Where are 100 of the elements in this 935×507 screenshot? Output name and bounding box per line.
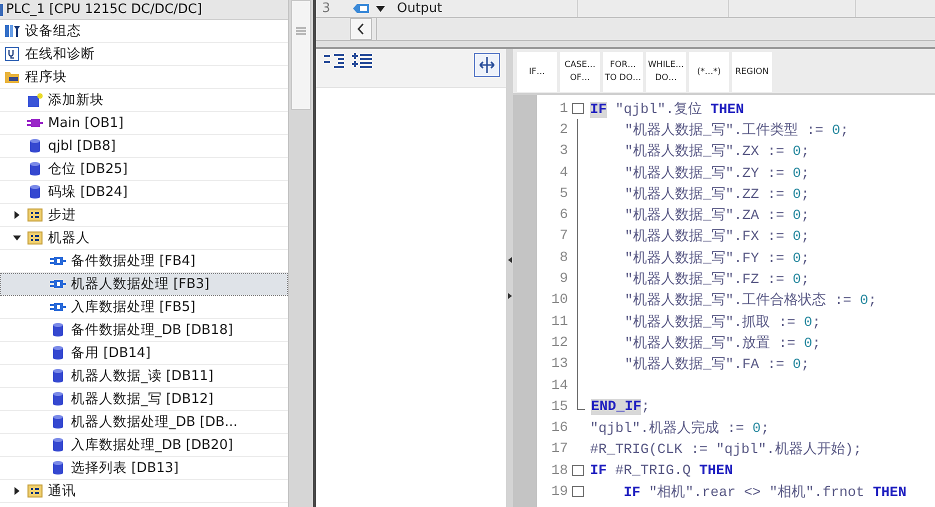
fold-toggle-icon[interactable] [572,103,584,114]
snippet-button[interactable]: CASE… OF… [560,52,600,92]
code-line[interactable]: "机器人数据_写".FZ := 0; [591,270,810,288]
line-number: 15 [550,398,568,415]
row-number: 3 [321,1,332,16]
line-number: 6 [558,207,568,224]
plc-title: PLC_1 [CPU 1215C DC/DC/DC] [6,2,202,17]
tree-item[interactable]: 在线和诊断 [0,43,288,66]
fold-toggle-icon[interactable] [572,486,584,498]
tree-item[interactable]: qjbl [DB8] [0,135,288,158]
tree-item[interactable]: 备件数据处理_DB [DB18] [0,319,288,342]
line-number: 2 [558,122,568,138]
database-icon [50,460,66,476]
line-number: 13 [550,356,568,372]
line-number: 8 [558,250,568,266]
tree-item[interactable]: 机器人数据处理 [FB3] [0,273,288,296]
database-icon [50,322,66,338]
scrollbar[interactable] [288,0,313,507]
swap-button[interactable] [474,53,500,77]
outdent-icon[interactable] [324,53,346,69]
code-line[interactable]: IF "qjbl".复位 THEN [590,100,744,118]
tree-item[interactable]: 机器人 [0,227,288,250]
tree-item[interactable]: 添加新块 [0,89,288,112]
snippet-button[interactable]: WHILE… DO… [646,52,686,92]
fold-toggle-icon[interactable] [572,465,584,476]
line-number: 14 [550,378,568,394]
folder-icon [27,230,43,246]
code-line[interactable]: "机器人数据_写".FA := 0; [591,355,810,374]
tree-item[interactable]: 码垛 [DB24] [0,181,288,204]
database-icon [50,345,66,361]
code-line[interactable]: "qjbl".机器人完成 := 0; [590,419,770,438]
tree-item[interactable]: 机器人数据_写 [DB12] [0,388,288,411]
tree-item[interactable]: 步进 [0,204,288,227]
line-number: 9 [558,271,568,288]
line-number: 17 [550,441,568,458]
code-line[interactable]: "机器人数据_写".工件类型 := 0; [591,120,849,139]
tree-item[interactable]: 备用 [DB14] [0,342,288,365]
code-line[interactable]: IF "相机".rear <> "相机".frnot THEN [590,482,906,501]
tree-item[interactable]: Main [OB1] [0,112,288,135]
output-label: Output [397,1,444,16]
snippet-button[interactable]: IF… [517,52,557,92]
snippet-button[interactable]: (*…*) [689,52,729,92]
collapse-arrow-icon[interactable] [13,234,21,242]
code-line[interactable]: "机器人数据_写".FY := 0; [591,248,810,267]
tree-item[interactable]: 机器人数据处理_DB [DB... [0,411,288,434]
database-icon [50,414,66,430]
snippet-button[interactable]: REGION [732,52,772,92]
code-line[interactable]: "机器人数据_写".放置 := 0; [591,334,821,352]
tree-item[interactable]: 入库数据处理_DB [DB20] [0,434,288,457]
plc-icon [0,4,3,16]
line-number: 12 [550,334,568,351]
database-icon [50,391,66,407]
line-number: 4 [558,164,568,181]
tree-item[interactable]: 选择列表 [DB13] [0,457,288,480]
scroll-thumb[interactable] [291,0,311,110]
line-number: 7 [558,228,568,244]
stethoscope-icon [4,46,20,62]
tree-item[interactable]: 仓位 [DB25] [0,158,288,181]
chevron-left-icon [357,23,365,35]
device-icon [4,23,20,39]
folder-icon [27,483,43,499]
line-number: 19 [550,484,568,500]
indent-icon[interactable] [352,53,372,69]
database-icon [50,368,66,384]
code-line[interactable]: "机器人数据_写".ZZ := 0; [591,184,810,203]
line-number: 3 [558,143,568,160]
expand-arrow-icon[interactable] [13,487,21,495]
database-icon [27,184,43,200]
line-number: 16 [550,420,568,436]
code-line[interactable]: #R_TRIG(CLK := "qjbl".机器人开始); [590,440,862,458]
code-line[interactable]: IF #R_TRIG.Q THEN [590,462,733,479]
caret-icon[interactable] [376,6,385,12]
scroll-left-button[interactable] [350,18,372,40]
tree-item[interactable]: 程序块 [0,66,288,89]
tree-header[interactable]: PLC_1 [CPU 1215C DC/DC/DC] [0,0,288,20]
line-number: 1 [558,100,568,117]
line-number: 5 [558,186,568,202]
grip-icon [296,27,306,35]
new-block-icon [27,92,43,108]
code-line[interactable]: "机器人数据_写".ZX := 0; [591,142,810,160]
code-line[interactable]: "机器人数据_写".ZA := 0; [591,206,810,224]
folder-icon [4,69,20,85]
code-line[interactable]: "机器人数据_写".抓取 := 0; [591,312,821,331]
database-icon [27,138,43,154]
line-number: 18 [550,462,568,479]
tree-item[interactable]: 入库数据处理 [FB5] [0,296,288,319]
tree-item[interactable]: 机器人数据_读 [DB11] [0,365,288,388]
output-tag-icon [352,3,370,14]
tree-item[interactable]: 通讯 [0,480,288,503]
code-line[interactable]: "机器人数据_写".FX := 0; [591,227,810,246]
tree-item[interactable]: 设备组态 [0,20,288,43]
code-line[interactable]: "机器人数据_写".工件合格状态 := 0; [591,291,877,310]
line-number: 11 [550,314,568,330]
line-number: 10 [550,292,568,308]
horizontal-scrollbar[interactable] [316,41,935,49]
database-icon [50,437,66,453]
snippet-button[interactable]: FOR… TO DO… [603,52,643,92]
code-line[interactable]: "机器人数据_写".ZY := 0; [591,164,810,182]
expand-arrow-icon[interactable] [13,211,21,219]
database-icon [27,161,43,177]
